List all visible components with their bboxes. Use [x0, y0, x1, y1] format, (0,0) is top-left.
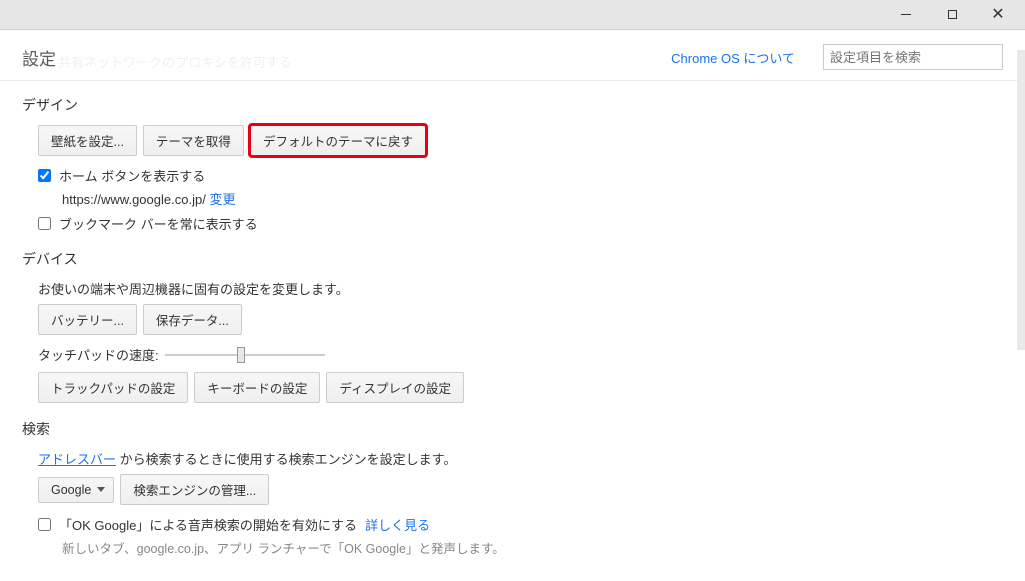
faded-background-text: 共有ネットワークのプロキシを許可する [58, 52, 292, 71]
touchpad-speed-row: タッチパッドの速度: [38, 345, 1003, 364]
page-title: 設定 [22, 45, 56, 70]
show-home-button-row[interactable]: ホーム ボタンを表示する [38, 166, 1003, 185]
search-engine-select[interactable]: Google [38, 477, 114, 503]
minimize-button[interactable] [883, 1, 929, 29]
trackpad-settings-button[interactable]: トラックパッドの設定 [38, 372, 188, 403]
display-settings-button[interactable]: ディスプレイの設定 [326, 372, 464, 403]
section-design-title: デザイン [22, 95, 1003, 115]
slider-thumb-icon[interactable] [237, 347, 245, 363]
device-button-row-1: バッテリー... 保存データ... [38, 304, 1003, 335]
device-description: お使いの端末や周辺機器に固有の設定を変更します。 [38, 279, 1003, 298]
search-description: アドレスバー から検索するときに使用する検索エンジンを設定します。 [38, 449, 1003, 468]
search-settings-input[interactable] [823, 44, 1003, 70]
section-search-title: 検索 [22, 419, 1003, 439]
reset-theme-button[interactable]: デフォルトのテーマに戻す [250, 125, 426, 156]
show-bookmark-bar-row[interactable]: ブックマーク バーを常に表示する [38, 214, 1003, 233]
scrollbar[interactable] [1017, 50, 1025, 350]
manage-engines-button[interactable]: 検索エンジンの管理... [120, 474, 269, 505]
about-chromeos-link[interactable]: Chrome OS について [671, 48, 795, 67]
show-home-button-checkbox[interactable] [38, 169, 51, 182]
device-button-row-2: トラックパッドの設定 キーボードの設定 ディスプレイの設定 [38, 372, 1003, 403]
storage-button[interactable]: 保存データ... [143, 304, 242, 335]
show-bookmark-bar-checkbox[interactable] [38, 217, 51, 230]
design-button-row: 壁紙を設定... テーマを取得 デフォルトのテーマに戻す [38, 125, 1003, 156]
ok-google-subtext: 新しいタブ、google.co.jp、アプリ ランチャーで「OK Google」… [62, 538, 1003, 557]
address-bar-link[interactable]: アドレスバー [38, 452, 116, 467]
header: 共有ネットワークのプロキシを許可する 設定 Chrome OS について [0, 30, 1025, 81]
section-device-title: デバイス [22, 249, 1003, 269]
search-engine-row: Google 検索エンジンの管理... [38, 474, 1003, 505]
ok-google-row[interactable]: 「OK Google」による音声検索の開始を有効にする 詳しく見る [38, 515, 1003, 534]
close-button[interactable]: ✕ [975, 1, 1021, 29]
show-bookmark-bar-label: ブックマーク バーを常に表示する [59, 214, 258, 233]
chevron-down-icon [97, 487, 105, 492]
ok-google-checkbox[interactable] [38, 518, 51, 531]
maximize-icon [948, 10, 957, 19]
maximize-button[interactable] [929, 1, 975, 29]
battery-button[interactable]: バッテリー... [38, 304, 137, 335]
settings-content: デザイン 壁紙を設定... テーマを取得 デフォルトのテーマに戻す ホーム ボタ… [0, 81, 1025, 581]
home-url-text: https://www.google.co.jp/ [62, 192, 206, 207]
change-home-link[interactable]: 変更 [209, 192, 235, 207]
get-theme-button[interactable]: テーマを取得 [143, 125, 244, 156]
touchpad-speed-label: タッチパッドの速度: [38, 345, 159, 364]
ok-google-label: 「OK Google」による音声検索の開始を有効にする [59, 515, 357, 534]
ok-google-learn-more-link[interactable]: 詳しく見る [365, 515, 430, 534]
close-icon: ✕ [991, 7, 1004, 23]
search-engine-selected-label: Google [51, 483, 91, 497]
minimize-icon [901, 14, 911, 15]
keyboard-settings-button[interactable]: キーボードの設定 [194, 372, 320, 403]
touchpad-speed-slider[interactable] [165, 354, 325, 356]
set-wallpaper-button[interactable]: 壁紙を設定... [38, 125, 137, 156]
home-url-row: https://www.google.co.jp/ 変更 [62, 189, 1003, 208]
window-titlebar: ✕ [0, 0, 1025, 30]
show-home-button-label: ホーム ボタンを表示する [59, 166, 205, 185]
search-desc-rest: から検索するときに使用する検索エンジンを設定します。 [116, 452, 456, 467]
